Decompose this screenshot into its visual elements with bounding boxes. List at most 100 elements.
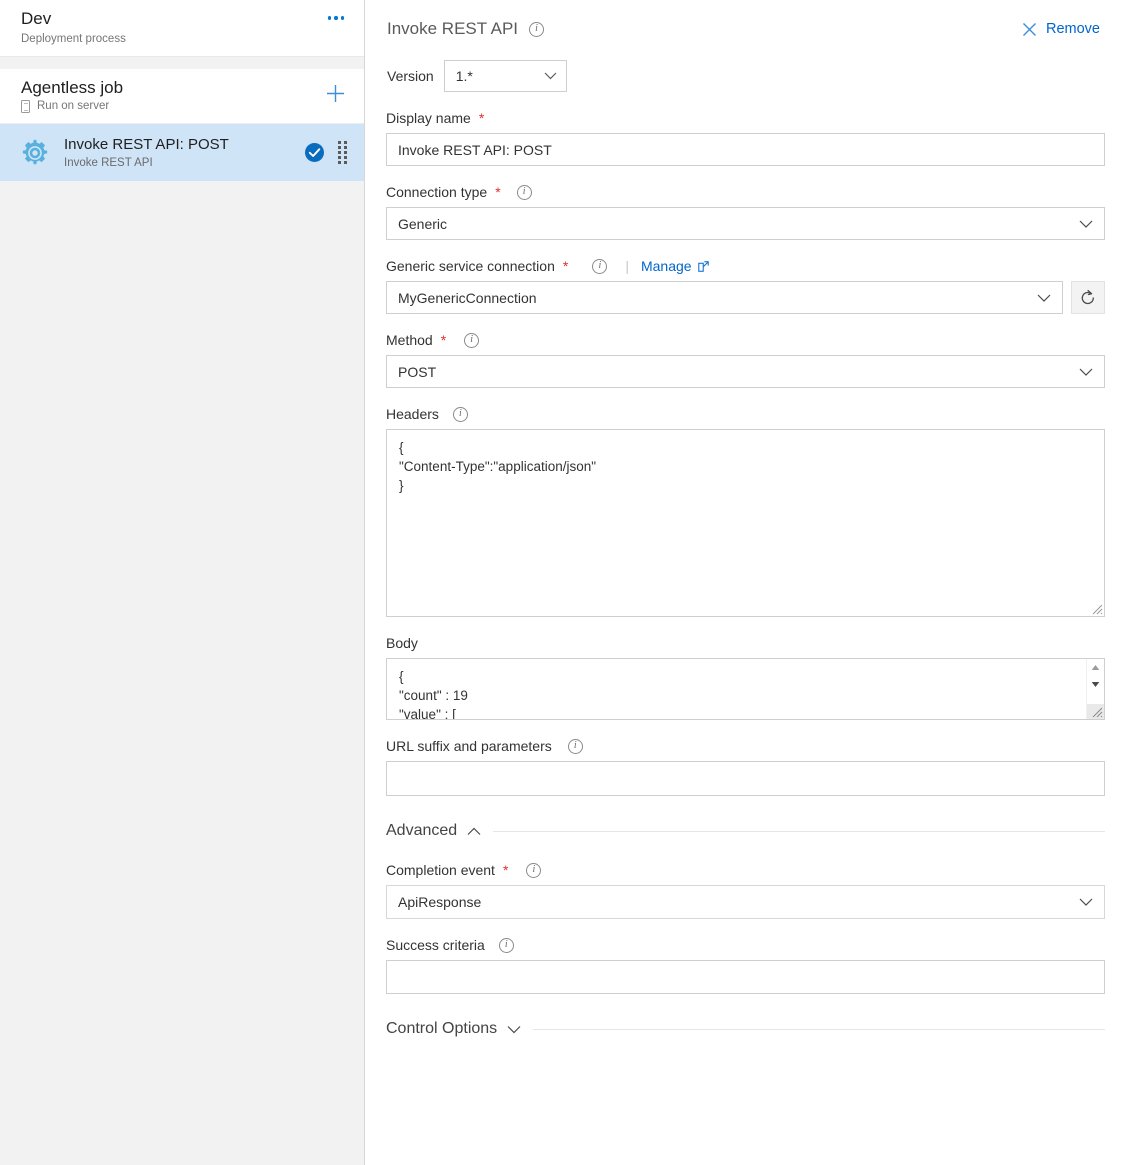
info-icon[interactable] bbox=[526, 863, 541, 878]
drag-dot bbox=[344, 151, 347, 154]
add-task-button[interactable] bbox=[320, 78, 350, 108]
service-connection-row: MyGenericConnection bbox=[386, 281, 1105, 314]
info-icon[interactable] bbox=[568, 739, 583, 754]
refresh-button[interactable] bbox=[1071, 281, 1105, 314]
job-header[interactable]: Agentless job Run on server bbox=[0, 69, 364, 124]
chevron-down-icon bbox=[1079, 898, 1093, 906]
method-value: POST bbox=[398, 364, 1079, 380]
plus-icon bbox=[325, 83, 346, 104]
connection-type-select[interactable]: Generic bbox=[386, 207, 1105, 240]
service-connection-value: MyGenericConnection bbox=[398, 290, 1037, 306]
control-options-section-header[interactable]: Control Options bbox=[386, 1020, 1105, 1038]
success-criteria-label-row: Success criteria bbox=[386, 937, 1105, 953]
completion-event-label-row: Completion event * bbox=[386, 862, 1105, 878]
server-icon bbox=[21, 100, 30, 113]
body-label-row: Body bbox=[386, 635, 1105, 651]
info-icon[interactable] bbox=[453, 407, 468, 422]
label-separator: | bbox=[625, 258, 629, 274]
info-icon[interactable] bbox=[529, 22, 544, 37]
job-subtitle-row: Run on server bbox=[21, 99, 123, 114]
connection-type-value: Generic bbox=[398, 216, 1079, 232]
method-select[interactable]: POST bbox=[386, 355, 1105, 388]
control-options-section-toggle[interactable]: Control Options bbox=[386, 1020, 521, 1038]
ellipsis-icon[interactable] bbox=[322, 8, 351, 28]
section-divider bbox=[533, 1029, 1105, 1030]
check-circle-icon-svg bbox=[305, 143, 324, 162]
success-criteria-label: Success criteria bbox=[386, 937, 485, 953]
scroll-down-button[interactable] bbox=[1087, 676, 1104, 693]
headers-textarea[interactable]: { "Content-Type":"application/json" } bbox=[386, 429, 1105, 617]
display-name-input[interactable]: Invoke REST API: POST bbox=[386, 133, 1105, 166]
version-row: Version 1.* bbox=[387, 60, 1105, 92]
field-service-connection: Generic service connection * | Manage bbox=[386, 258, 1105, 314]
field-url-suffix: URL suffix and parameters bbox=[386, 738, 1105, 796]
external-link-icon bbox=[698, 261, 709, 272]
check-circle-icon bbox=[305, 143, 324, 162]
field-headers: Headers { "Content-Type":"application/js… bbox=[386, 406, 1105, 617]
url-suffix-input[interactable] bbox=[386, 761, 1105, 796]
task-details-panel: Invoke REST API Remove Version 1.* bbox=[365, 0, 1126, 1165]
manage-link[interactable]: Manage bbox=[641, 258, 709, 274]
url-suffix-label: URL suffix and parameters bbox=[386, 738, 552, 754]
version-label: Version bbox=[387, 68, 434, 84]
pipeline-sidebar: Dev Deployment process Agentless job Run… bbox=[0, 0, 365, 1165]
drag-dot bbox=[344, 141, 347, 144]
service-connection-label-row: Generic service connection * | Manage bbox=[386, 258, 1105, 274]
drag-dot bbox=[344, 161, 347, 164]
body-textarea[interactable]: { "count" : 19 "value" : [ bbox=[386, 658, 1105, 720]
success-criteria-input[interactable] bbox=[386, 960, 1105, 994]
info-icon[interactable] bbox=[499, 938, 514, 953]
scroll-up-button[interactable] bbox=[1087, 659, 1104, 676]
gear-icon-svg bbox=[20, 138, 50, 168]
job-title: Agentless job bbox=[21, 76, 123, 99]
advanced-section-header[interactable]: Advanced bbox=[386, 822, 1105, 840]
url-suffix-label-row: URL suffix and parameters bbox=[386, 738, 1105, 754]
info-icon[interactable] bbox=[517, 185, 532, 200]
drag-dot bbox=[344, 146, 347, 149]
deployment-process-header: Dev Deployment process bbox=[0, 0, 364, 57]
app-root: Dev Deployment process Agentless job Run… bbox=[0, 0, 1126, 1165]
headers-value: { "Content-Type":"application/json" } bbox=[399, 440, 596, 493]
drag-dot bbox=[338, 141, 341, 144]
chevron-down-icon bbox=[1037, 294, 1051, 302]
remove-button[interactable]: Remove bbox=[1018, 18, 1104, 40]
version-select[interactable]: 1.* bbox=[444, 60, 567, 92]
info-icon[interactable] bbox=[592, 259, 607, 274]
drag-dot bbox=[338, 156, 341, 159]
caret-up-icon bbox=[1091, 664, 1100, 671]
resize-grip-icon[interactable] bbox=[1090, 705, 1103, 718]
advanced-section-toggle[interactable]: Advanced bbox=[386, 822, 481, 840]
field-method: Method * POST bbox=[386, 332, 1105, 388]
drag-handle-icon[interactable] bbox=[336, 140, 348, 166]
info-icon[interactable] bbox=[464, 333, 479, 348]
task-form: Version 1.* Display name * Invoke REST A… bbox=[365, 60, 1126, 1038]
scroll-track[interactable] bbox=[1087, 693, 1104, 704]
completion-event-value: ApiResponse bbox=[398, 894, 1079, 910]
caret-down-icon bbox=[1091, 681, 1100, 688]
ellipsis-dot bbox=[341, 16, 345, 20]
headers-label: Headers bbox=[386, 406, 439, 422]
field-body: Body { "count" : 19 "value" : [ bbox=[386, 635, 1105, 720]
process-subtitle: Deployment process bbox=[21, 31, 126, 47]
section-divider bbox=[493, 831, 1105, 832]
method-label: Method bbox=[386, 332, 433, 348]
process-header-texts: Dev Deployment process bbox=[21, 8, 126, 47]
chevron-down-icon bbox=[544, 72, 557, 80]
refresh-icon bbox=[1079, 289, 1097, 307]
resize-grip-icon[interactable] bbox=[1090, 602, 1103, 615]
service-connection-select[interactable]: MyGenericConnection bbox=[386, 281, 1063, 314]
details-title-wrap: Invoke REST API bbox=[387, 19, 544, 39]
display-name-value: Invoke REST API: POST bbox=[398, 142, 552, 158]
drag-dot bbox=[344, 156, 347, 159]
drag-dot bbox=[338, 146, 341, 149]
method-label-row: Method * bbox=[386, 332, 1105, 348]
chevron-up-icon bbox=[467, 827, 481, 836]
job-header-texts: Agentless job Run on server bbox=[21, 76, 123, 114]
sidebar-task-invoke-rest-api[interactable]: Invoke REST API: POST Invoke REST API bbox=[0, 124, 364, 181]
completion-event-select[interactable]: ApiResponse bbox=[386, 885, 1105, 919]
agentless-job-block: Agentless job Run on server bbox=[0, 69, 364, 181]
chevron-down-icon bbox=[1079, 220, 1093, 228]
completion-event-label: Completion event bbox=[386, 862, 495, 878]
gear-icon bbox=[20, 138, 50, 168]
details-header: Invoke REST API Remove bbox=[365, 0, 1126, 40]
